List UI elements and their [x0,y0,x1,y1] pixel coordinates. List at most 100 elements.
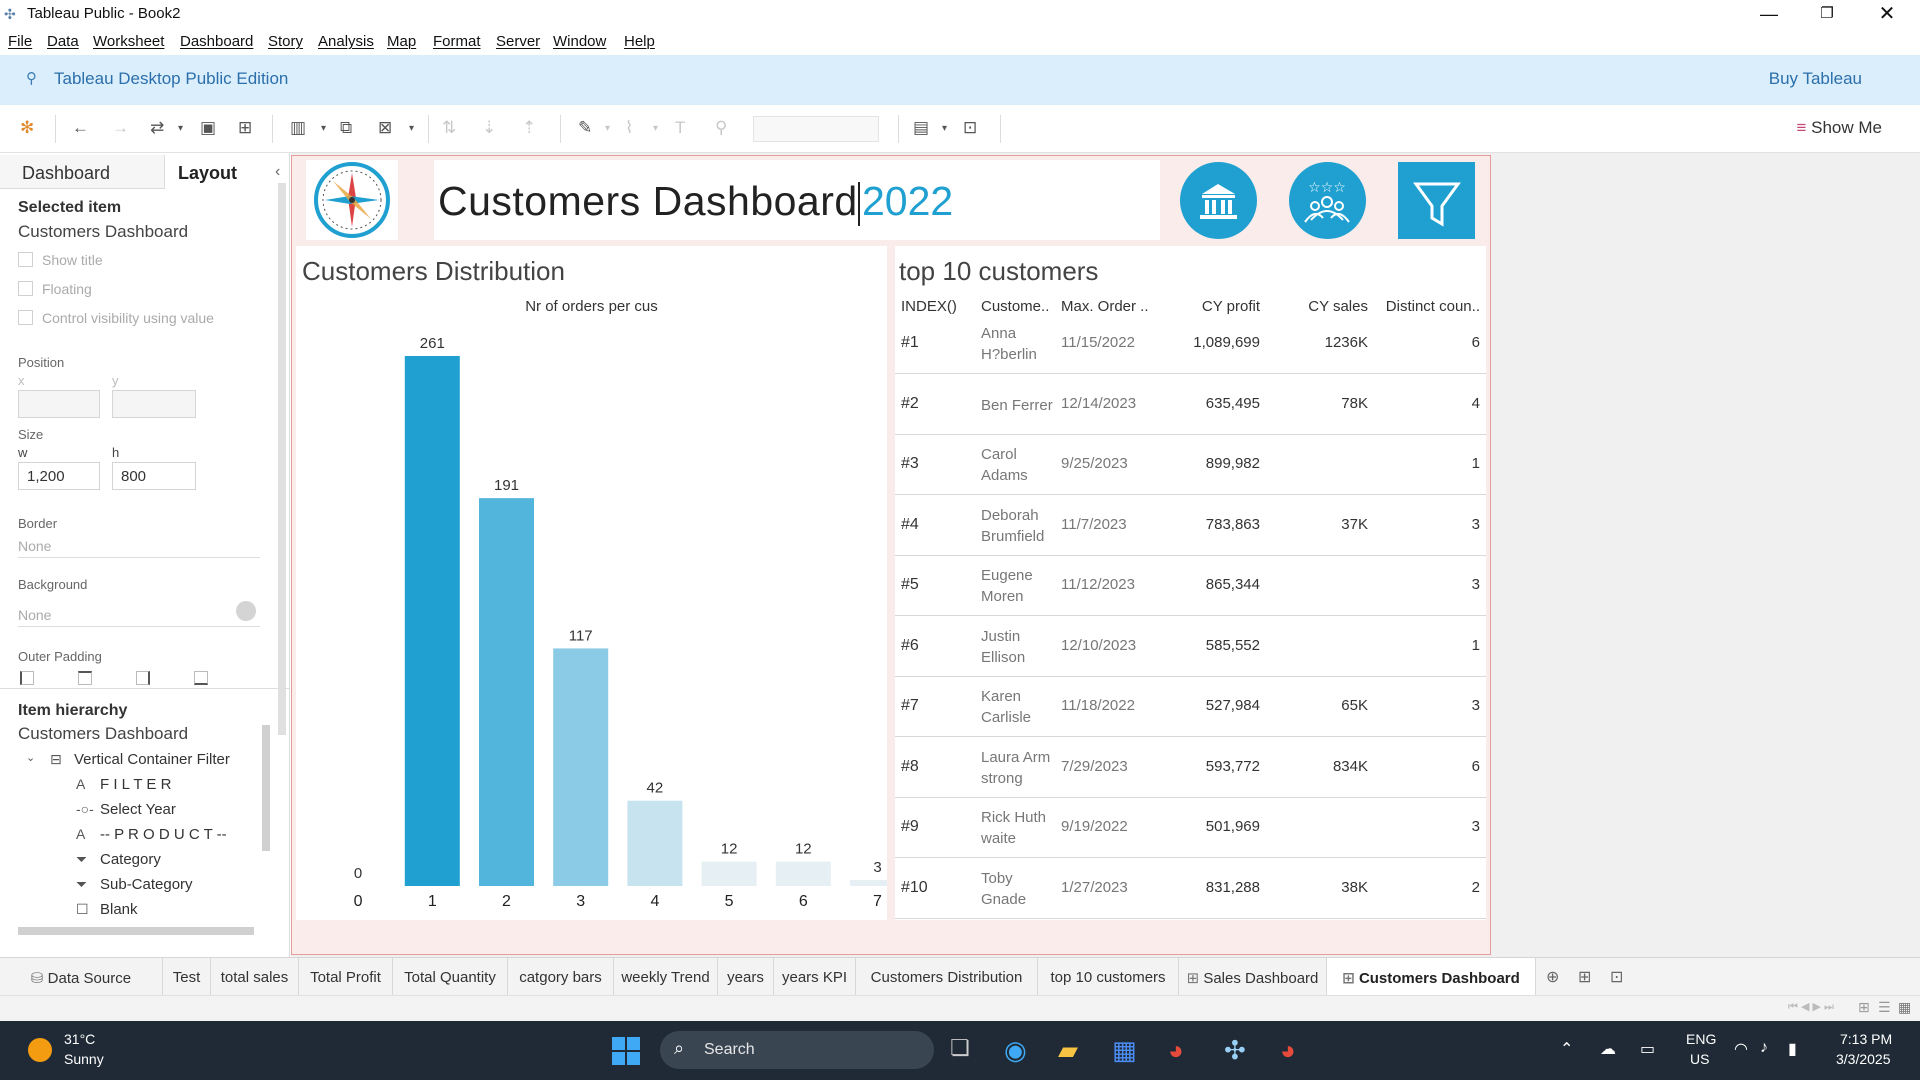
pin-axis-icon[interactable]: ⚲ [715,118,727,138]
padding-top-icon[interactable] [78,671,92,685]
hierarchy-item[interactable]: Select Year [100,801,176,818]
windows-start-icon[interactable] [612,1037,640,1065]
chevron-down-icon[interactable]: ▾ [942,123,947,134]
buy-tableau-link[interactable]: Buy Tableau [1769,69,1862,89]
weather-text[interactable]: Sunny [64,1051,104,1067]
control-visibility-checkbox[interactable] [18,310,33,325]
chevron-down-icon[interactable]: ⌄ [26,751,35,764]
bar-3[interactable] [553,648,609,886]
hierarchy-item[interactable]: Category [100,851,161,868]
menu-data[interactable]: Data [47,33,79,50]
hierarchy-hscrollbar[interactable] [18,927,254,935]
sheet-tab[interactable]: catgory bars [508,958,614,995]
restore-button[interactable]: ❐ [1804,2,1850,28]
menu-worksheet[interactable]: Worksheet [93,33,164,50]
sheet-tab[interactable]: ⊞ Customers Dashboard [1327,958,1536,995]
header-index[interactable]: INDEX() [901,298,957,315]
display-icon[interactable]: ▭ [1640,1039,1655,1059]
x-position-input[interactable] [18,390,100,418]
y-position-input[interactable] [112,390,196,418]
menu-file[interactable]: File [8,33,32,50]
menu-story[interactable]: Story [268,33,303,50]
menu-map[interactable]: Map [387,33,416,50]
border-dropdown[interactable]: None [18,538,260,558]
weather-sun-icon[interactable] [28,1038,52,1062]
hierarchy-item[interactable]: F I L T E R [100,776,171,793]
close-button[interactable]: ✕ [1864,2,1910,28]
sheet-tab[interactable]: total sales [211,958,299,995]
sort-ascending-icon[interactable]: ⇣ [482,118,496,138]
tab-layout[interactable]: Layout [166,155,276,189]
table-row[interactable]: #5 Eugene Moren 11/12/2023 865,344 3 [895,556,1486,616]
menu-help[interactable]: Help [624,33,655,50]
table-row[interactable]: #2 Ben Ferrer 12/14/2023 635,495 78K 4 [895,375,1486,435]
tab-dashboard[interactable]: Dashboard [0,155,165,189]
bank-button[interactable] [1180,162,1257,239]
bar-7[interactable] [850,879,887,886]
tableau-logo-icon[interactable]: ✻ [20,118,34,138]
chrome-profile-icon[interactable]: ◕ [1280,1035,1296,1066]
filter-button[interactable] [1398,162,1475,239]
sheet-tab[interactable]: Total Profit [299,958,393,995]
edge-browser-icon[interactable]: ◉ [1004,1035,1027,1066]
sheet-tab[interactable]: top 10 customers [1038,958,1179,995]
new-worksheet-icon[interactable]: ▥ [290,118,306,138]
table-row[interactable]: #10 Toby Gnade 1/27/2023 831,288 38K 2 [895,859,1486,919]
orders-bar-chart[interactable]: 0 0 261 1 191 2 117 3 42 4 12 5 12 6 3 7 [296,316,887,916]
sheet-tab[interactable]: weekly Trend [614,958,718,995]
chrome-icon[interactable]: ◕ [1168,1035,1184,1066]
taskbar-search[interactable]: ⌕ Search [660,1031,934,1069]
wifi-icon[interactable]: ◠ [1734,1039,1748,1059]
new-dashboard-tab-icon[interactable]: ⊞ [1578,967,1591,987]
new-worksheet-tab-icon[interactable]: ⊕ [1546,967,1559,987]
film-strip-icon[interactable]: ▦ [1898,999,1911,1016]
bar-6[interactable] [775,861,831,886]
hierarchy-scrollbar[interactable] [262,725,270,851]
language-label[interactable]: ENG [1686,1031,1716,1047]
swap-icon[interactable]: ⇅ [442,118,456,138]
show-cards-icon[interactable]: ▤ [913,118,929,138]
table-row[interactable]: #9 Rick Huth waite 9/19/2022 501,969 3 [895,798,1486,858]
height-input[interactable]: 800 [112,462,196,490]
hierarchy-item[interactable]: Vertical Container Filter [74,751,230,768]
presentation-mode-icon[interactable]: ⊡ [963,118,977,138]
header-cy-profit[interactable]: CY profit [1202,298,1260,315]
padding-left-icon[interactable] [20,671,34,685]
show-title-checkbox[interactable] [18,252,33,267]
show-me-button[interactable]: ≡ Show Me [1796,118,1882,138]
chevron-down-icon[interactable]: ▾ [178,123,183,134]
sheet-tab[interactable]: Total Quantity [393,958,508,995]
menu-window[interactable]: Window [553,33,606,50]
header-distinct-count[interactable]: Distinct coun.. [1386,298,1480,315]
menu-analysis[interactable]: Analysis [318,33,374,50]
background-color-swatch[interactable] [236,601,256,621]
collapse-pane-icon[interactable]: ‹ [275,163,280,181]
redo-icon[interactable]: → [112,118,129,138]
menu-server[interactable]: Server [496,33,540,50]
customers-button[interactable]: ☆☆☆ [1289,162,1366,239]
floating-checkbox[interactable] [18,281,33,296]
table-row[interactable]: #6 Justin Ellison 12/10/2023 585,552 1 [895,617,1486,677]
save-icon[interactable]: ▣ [200,118,216,138]
chevron-down-icon[interactable]: ▾ [605,123,610,134]
dashboard-frame[interactable]: Customers Dashboard 2022 ☆☆☆ Customers D… [291,155,1491,955]
bar-1[interactable] [404,356,460,886]
list-view-icon[interactable]: ☰ [1878,999,1891,1016]
table-row[interactable]: #8 Laura Arm strong 7/29/2023 593,772 834… [895,738,1486,798]
menu-format[interactable]: Format [433,33,481,50]
chevron-down-icon[interactable]: ▾ [321,123,326,134]
padding-bottom-icon[interactable] [194,671,208,685]
minimize-button[interactable]: — [1746,2,1792,28]
chevron-down-icon[interactable]: ▾ [653,123,658,134]
table-row[interactable]: #3 Carol Adams 9/25/2023 899,982 1 [895,435,1486,495]
new-story-tab-icon[interactable]: ⊡ [1610,967,1623,987]
bar-4[interactable] [627,800,683,886]
bar-5[interactable] [701,861,757,886]
new-data-source-icon[interactable]: ⊞ [238,118,252,138]
weather-temp[interactable]: 31°C [64,1031,95,1047]
tab-navigation-icons[interactable]: ⏮ ◀ ▶ ⏭ [1788,1000,1834,1014]
hierarchy-item[interactable]: Sub-Category [100,876,193,893]
header-max-order[interactable]: Max. Order .. [1061,298,1149,315]
background-dropdown[interactable]: None [18,607,260,627]
undo-icon[interactable]: ← [72,118,89,138]
